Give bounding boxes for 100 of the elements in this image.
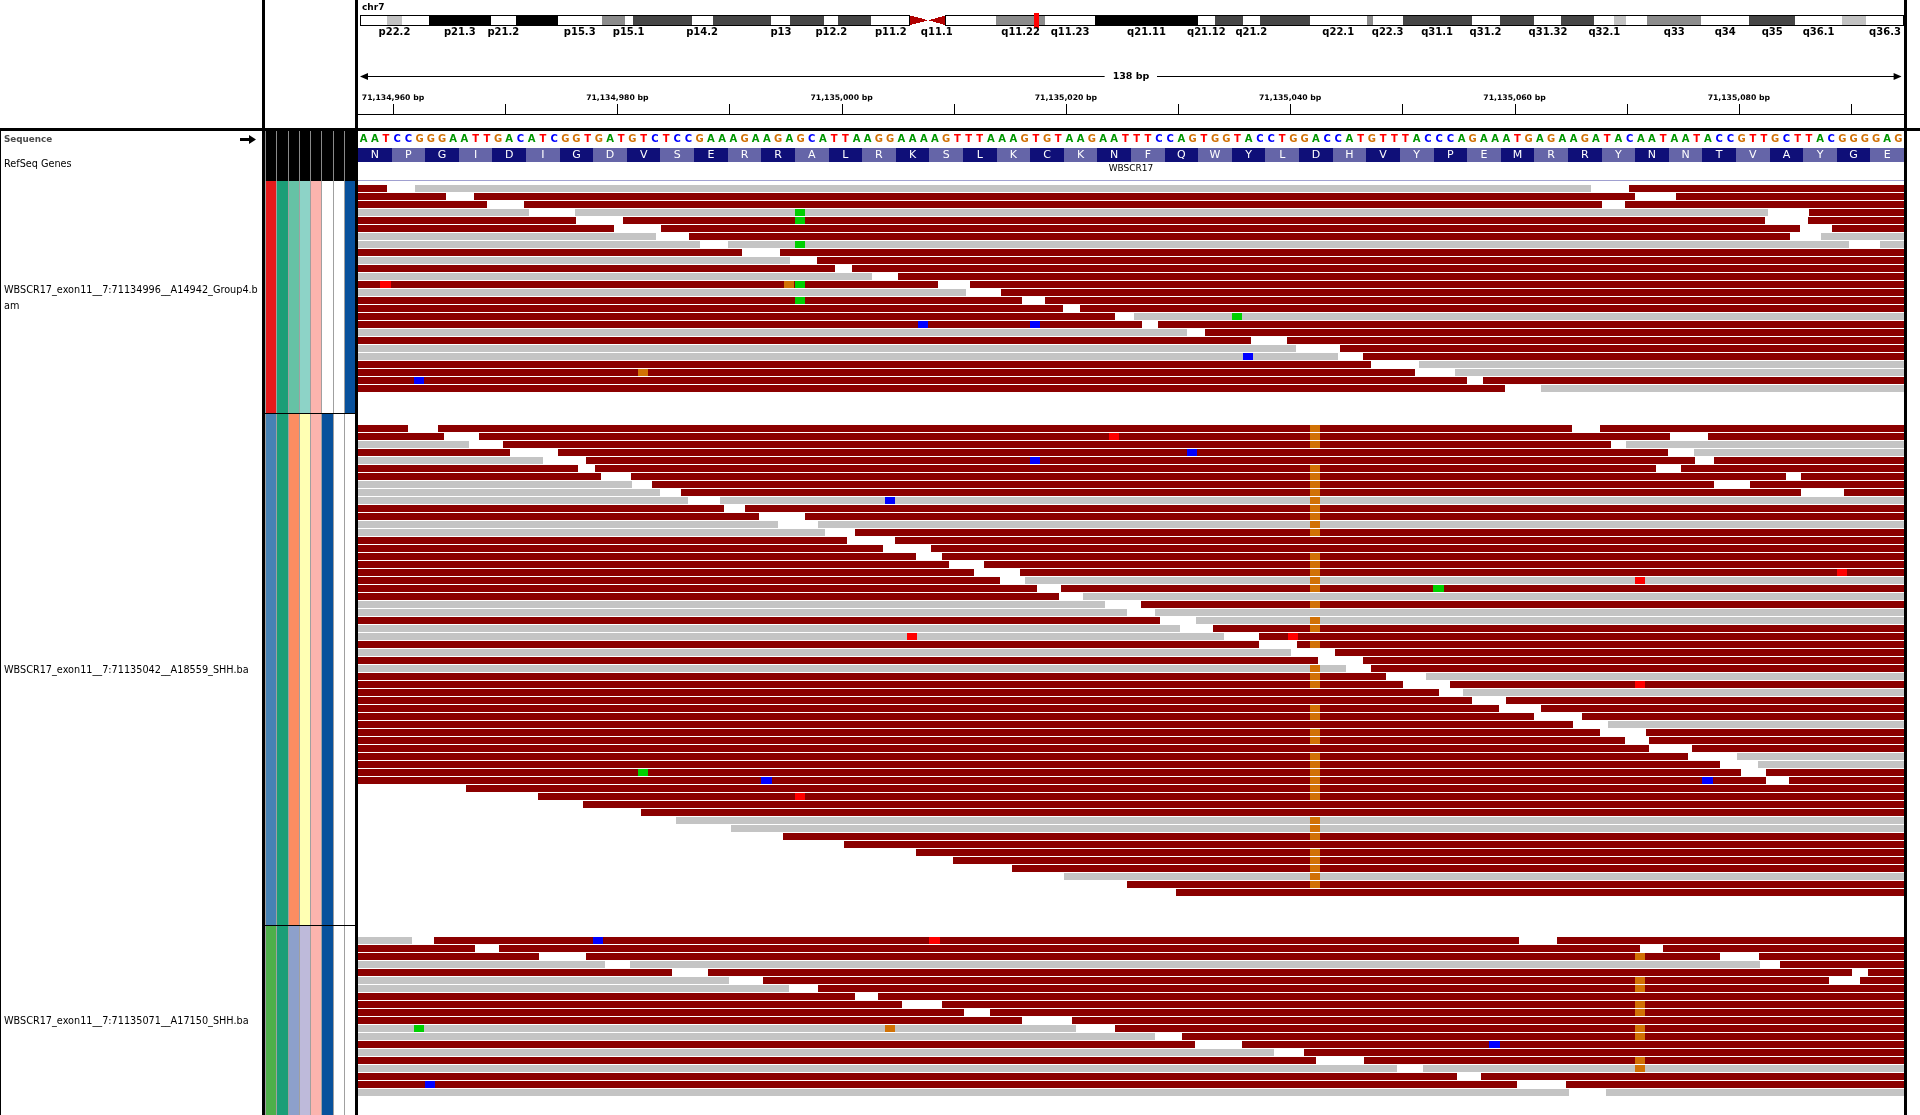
nucleotide: G: [885, 132, 896, 146]
nucleotide: G: [795, 132, 806, 146]
band-label: q21.11: [1127, 26, 1166, 37]
nucleotide: C: [683, 132, 694, 146]
nucleotide: A: [1176, 132, 1187, 146]
nucleotide: T: [639, 132, 649, 146]
band-label: q31.2: [1469, 26, 1502, 37]
nucleotide: T: [616, 132, 626, 146]
nucleotide: T: [1053, 132, 1063, 146]
nucleotide: C: [1714, 132, 1724, 146]
nucleotide: T: [1759, 132, 1769, 146]
band-label: p12.2: [815, 26, 848, 37]
amino-acid-block: G: [425, 148, 459, 162]
nucleotide: C: [1781, 132, 1792, 146]
nucleotide: A: [896, 132, 907, 146]
nucleotide: A: [1613, 132, 1624, 146]
nucleotide: T: [583, 132, 593, 146]
amino-acid-block: Y: [1231, 148, 1266, 162]
band-label: q21.12: [1187, 26, 1226, 37]
amino-acid-block: M: [1500, 148, 1535, 162]
nucleotide: A: [1344, 132, 1355, 146]
nucleotide: C: [1434, 132, 1444, 146]
track-name: WBSCR17_exon11__7:71135042__A18559_SHH.ba: [4, 663, 250, 678]
nucleotide: T: [1031, 132, 1041, 146]
nucleotide: A: [459, 132, 470, 146]
span-label: 138 bp: [1111, 69, 1151, 83]
nucleotide: A: [762, 132, 772, 146]
nucleotide: T: [661, 132, 671, 146]
amino-acid-block: G: [1836, 148, 1871, 162]
band-label: q31.32: [1528, 26, 1568, 37]
band-label: p11.2: [874, 26, 907, 37]
nucleotide: G: [425, 132, 436, 146]
nucleotide: A: [1109, 132, 1120, 146]
amino-acid-block: L: [1265, 148, 1300, 162]
nucleotide: G: [1019, 132, 1030, 146]
nucleotide: A: [728, 132, 739, 146]
nucleotide: A: [1535, 132, 1545, 146]
nucleotide: G: [694, 132, 705, 146]
arrow-icon: [240, 134, 256, 144]
nucleotide: A: [784, 132, 795, 146]
nucleotide: G: [941, 132, 952, 146]
nucleotide: A: [1882, 132, 1893, 146]
nucleotide: A: [1501, 132, 1512, 146]
nucleotide: T: [1748, 132, 1758, 146]
band-label: q32.1: [1588, 26, 1621, 37]
amino-acid-block: K: [996, 148, 1031, 162]
amino-acid-block: I: [458, 148, 493, 162]
nucleotide: T: [1277, 132, 1287, 146]
nucleotide: G: [436, 132, 448, 146]
nucleotide: A: [1008, 132, 1019, 146]
nucleotide: T: [1389, 132, 1399, 146]
track-name: WBSCR17_exon11__7:71135071__A17150_SHH.ba: [4, 1013, 250, 1029]
amino-acid-block: R: [761, 148, 795, 162]
amino-acid-block: S: [929, 148, 963, 162]
amino-acid-block: R: [727, 148, 762, 162]
nucleotide: G: [1870, 132, 1882, 146]
nucleotide: A: [369, 132, 380, 146]
nucleotide: T: [964, 132, 973, 146]
nucleotide: A: [605, 132, 615, 146]
amino-acid-block: Q: [1164, 148, 1199, 162]
gene-name: WBSCR17: [1108, 163, 1154, 173]
nucleotide: G: [593, 132, 604, 146]
nucleotide: C: [515, 132, 526, 146]
amino-acid-block: W: [1198, 148, 1232, 162]
band-label: p15.3: [563, 26, 596, 37]
chromosome-band: [1534, 15, 1562, 26]
band-label: q34: [1714, 26, 1736, 37]
nucleotide: T: [1199, 132, 1209, 146]
nucleotide: A: [706, 132, 716, 146]
nucleotide: T: [840, 132, 850, 146]
nucleotide: A: [907, 132, 918, 146]
nucleotide: G: [1366, 132, 1377, 146]
amino-acid-block: N: [1668, 148, 1703, 162]
amino-acid-block: D: [492, 148, 527, 162]
nucleotide: G: [1546, 132, 1557, 146]
nucleotide: T: [1513, 132, 1522, 146]
nucleotide: G: [1770, 132, 1781, 146]
nucleotide: C: [1333, 132, 1343, 146]
nucleotide: G: [1579, 132, 1590, 146]
nucleotide: G: [1288, 132, 1299, 146]
band-label: q36.1: [1802, 26, 1835, 37]
nucleotide: G: [1837, 132, 1848, 146]
nucleotide: T: [1804, 132, 1814, 146]
nucleotide: A: [1647, 132, 1657, 146]
amino-acid-block: A: [794, 148, 829, 162]
amino-acid-block: D: [593, 148, 627, 162]
nucleotide: A: [918, 132, 929, 146]
nucleotide: T: [1658, 132, 1668, 146]
nucleotide: T: [381, 132, 391, 146]
nucleotide: A: [1680, 132, 1691, 146]
nucleotide: A: [851, 132, 862, 146]
nucleotide: C: [1826, 132, 1836, 146]
nucleotide: A: [750, 132, 761, 146]
nucleotide: G: [1209, 132, 1221, 146]
nucleotide: A: [986, 132, 996, 146]
amino-acid-block: E: [1870, 148, 1905, 162]
nucleotide: G: [1848, 132, 1859, 146]
track-name: RefSeq Genes: [4, 158, 72, 170]
chromosome-band: [944, 15, 997, 26]
nucleotide: C: [1445, 132, 1455, 146]
